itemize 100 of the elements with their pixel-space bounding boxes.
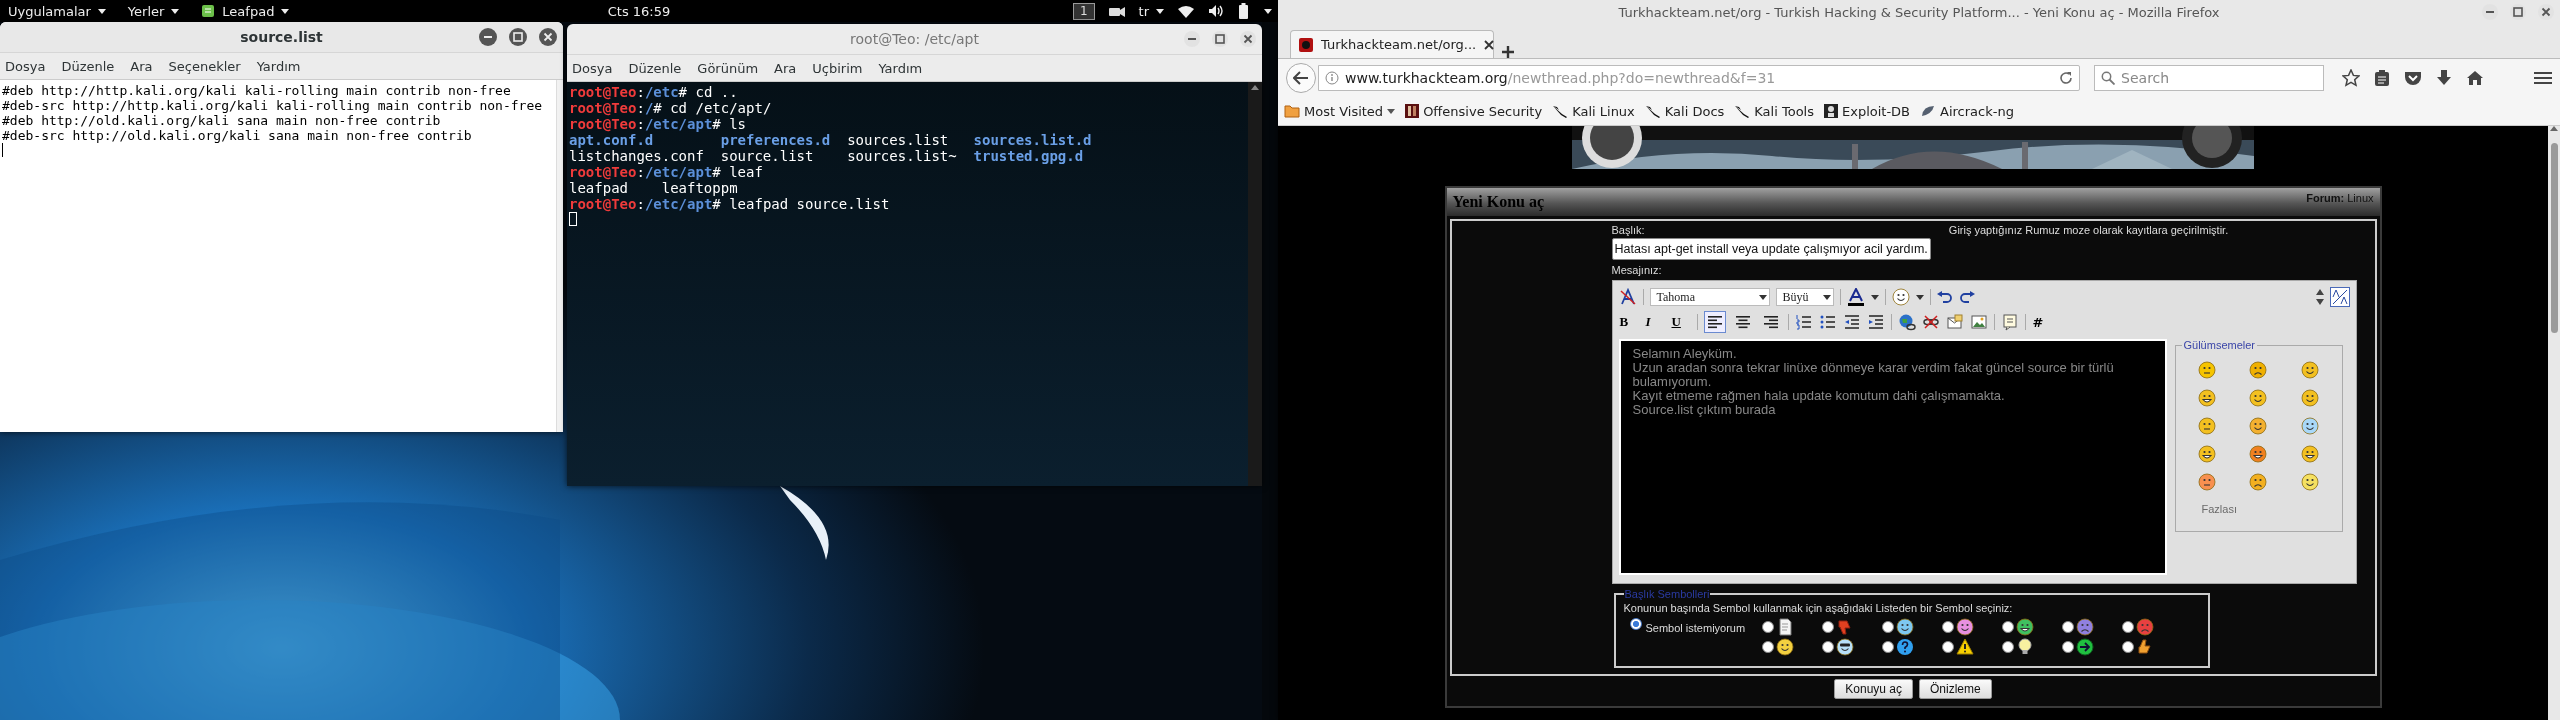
- message-field[interactable]: Selamın Aleyküm. Uzun aradan sonra tekrar linüxe dönmeye karar verdim fakat güncel source bir türlü bulamıyorum. Kayıt etmeme rağmen hala update komutum dahi çalışmamakta. Source.list çıktım burada: [1618, 339, 2167, 575]
- minimize-icon[interactable]: [2482, 4, 2498, 20]
- menu-item[interactable]: Uçbirim: [811, 60, 864, 76]
- title-field[interactable]: Hatası apt-get install veya update çalışmıyor acil yardım.: [1611, 238, 1931, 260]
- menu-item[interactable]: Yardım: [877, 60, 924, 76]
- search-field[interactable]: Search: [2094, 65, 2324, 91]
- menu-item[interactable]: Görünüm: [696, 60, 760, 76]
- radio-button[interactable]: [1881, 621, 1894, 633]
- smiley-icon[interactable]: [2249, 361, 2268, 379]
- radio-button[interactable]: [1941, 621, 1954, 633]
- home-icon[interactable]: [2466, 70, 2484, 86]
- smiley-icon[interactable]: [2249, 389, 2268, 407]
- radio-button[interactable]: [2061, 641, 2074, 653]
- resize-icon[interactable]: [2315, 289, 2324, 305]
- bookmark[interactable]: Exploit-DB: [1824, 103, 1911, 119]
- smiley-icon[interactable]: [1891, 288, 1910, 306]
- radio-button[interactable]: [1761, 641, 1774, 653]
- minimize-icon[interactable]: [1184, 31, 1200, 47]
- radio-button[interactable]: [1821, 641, 1834, 653]
- menu-item[interactable]: Ara: [129, 58, 154, 74]
- smiley-icon[interactable]: [2198, 445, 2217, 463]
- align-button[interactable]: [1703, 311, 1726, 333]
- italic-button[interactable]: I: [1644, 312, 1665, 332]
- radio-button[interactable]: [2121, 621, 2134, 633]
- scrollbar[interactable]: [2548, 126, 2560, 720]
- radio-button[interactable]: [2121, 641, 2134, 653]
- smiley-icon[interactable]: [2300, 361, 2319, 379]
- star-icon[interactable]: [2342, 69, 2360, 87]
- smiley-icon[interactable]: [2249, 445, 2268, 463]
- smiley-icon[interactable]: [2300, 473, 2319, 491]
- smiley-icon[interactable]: [2300, 417, 2319, 435]
- remove-format-icon[interactable]: [1618, 288, 1637, 306]
- radio-button[interactable]: [1941, 641, 1954, 653]
- underline-button[interactable]: U: [1670, 312, 1691, 332]
- smiley-icon[interactable]: [2198, 389, 2217, 407]
- scrollbar[interactable]: [1248, 82, 1262, 486]
- menu-item[interactable]: Düzenle: [627, 60, 683, 76]
- maximize-icon[interactable]: [1212, 31, 1228, 47]
- app-menu[interactable]: Leafpad: [201, 3, 290, 19]
- bold-button[interactable]: B: [1618, 312, 1639, 332]
- scrollbar[interactable]: [556, 80, 563, 432]
- menu-item[interactable]: Yardım: [255, 58, 302, 74]
- browser-tab[interactable]: Turkhackteam.net/org...: [1290, 30, 1494, 58]
- unlink-icon[interactable]: [1921, 313, 1940, 331]
- outdent-icon[interactable]: [1842, 313, 1861, 331]
- close-icon[interactable]: [2538, 4, 2554, 20]
- workspace-indicator[interactable]: 1: [1072, 2, 1095, 20]
- pocket-icon[interactable]: [2404, 70, 2422, 86]
- close-icon[interactable]: [539, 28, 557, 46]
- bookmark[interactable]: Offensive Security: [1405, 103, 1543, 119]
- new-tab-icon[interactable]: [1502, 46, 1514, 58]
- font-select[interactable]: Tahoma: [1649, 288, 1770, 306]
- menu-item[interactable]: Seçenekler: [167, 58, 242, 74]
- radio-button[interactable]: [1881, 641, 1894, 653]
- menu-item[interactable]: Dosya: [4, 58, 47, 74]
- keyboard-layout-menu[interactable]: tr: [1138, 3, 1164, 19]
- bullet-list-icon[interactable]: [1818, 313, 1837, 331]
- menu-item[interactable]: Dosya: [571, 60, 614, 76]
- smiley-icon[interactable]: [2300, 389, 2319, 407]
- smiley-icon[interactable]: [2249, 473, 2268, 491]
- radio-button[interactable]: [1761, 621, 1774, 633]
- smiley-icon[interactable]: [2249, 417, 2268, 435]
- redo-icon[interactable]: [1958, 291, 1975, 303]
- close-icon[interactable]: [1240, 31, 1256, 47]
- switch-mode-icon[interactable]: [2329, 287, 2350, 307]
- email-icon[interactable]: [1945, 313, 1964, 331]
- clipboard-icon[interactable]: [2374, 69, 2390, 87]
- more-link[interactable]: Fazlası: [2201, 503, 2237, 515]
- menu-item[interactable]: Ara: [773, 60, 798, 76]
- smiley-icon[interactable]: [2300, 445, 2319, 463]
- battery-icon[interactable]: [1238, 3, 1250, 19]
- bookmark[interactable]: Kali Linux: [1552, 103, 1635, 119]
- maximize-icon[interactable]: [2510, 4, 2526, 20]
- maximize-icon[interactable]: [509, 28, 527, 46]
- camera-icon[interactable]: [1108, 5, 1125, 17]
- reload-icon[interactable]: [2059, 71, 2074, 85]
- bookmark[interactable]: Most Visited: [1284, 103, 1396, 119]
- volume-icon[interactable]: [1208, 4, 1224, 18]
- close-icon[interactable]: [1484, 39, 1495, 50]
- image-icon[interactable]: [1969, 313, 1988, 331]
- address-bar[interactable]: www.turkhackteam.org/newthread.php?do=newthread&f=31: [1318, 65, 2081, 91]
- scrollbar-thumb[interactable]: [2550, 143, 2558, 333]
- menu-icon[interactable]: [2534, 71, 2552, 85]
- scroll-up-icon[interactable]: [1251, 85, 1259, 90]
- quote-icon[interactable]: [2000, 313, 2019, 331]
- undo-icon[interactable]: [1936, 291, 1953, 303]
- back-button[interactable]: [1286, 63, 1316, 93]
- app-menu[interactable]: Uygulamalar: [8, 3, 106, 19]
- code-button[interactable]: #: [2031, 312, 2052, 332]
- radio-button[interactable]: [2001, 641, 2014, 653]
- link-icon[interactable]: [1897, 313, 1916, 331]
- menu-item[interactable]: Düzenle: [60, 58, 116, 74]
- size-select[interactable]: Büyü: [1775, 288, 1834, 306]
- ordered-list-icon[interactable]: [1794, 313, 1813, 331]
- minimize-icon[interactable]: [479, 28, 497, 46]
- clock[interactable]: Cts 16:59: [607, 3, 671, 19]
- wifi-icon[interactable]: [1178, 4, 1194, 18]
- bookmark[interactable]: Kali Tools: [1734, 103, 1814, 119]
- radio-button[interactable]: [2001, 621, 2014, 633]
- radio-button[interactable]: [1629, 618, 1642, 630]
